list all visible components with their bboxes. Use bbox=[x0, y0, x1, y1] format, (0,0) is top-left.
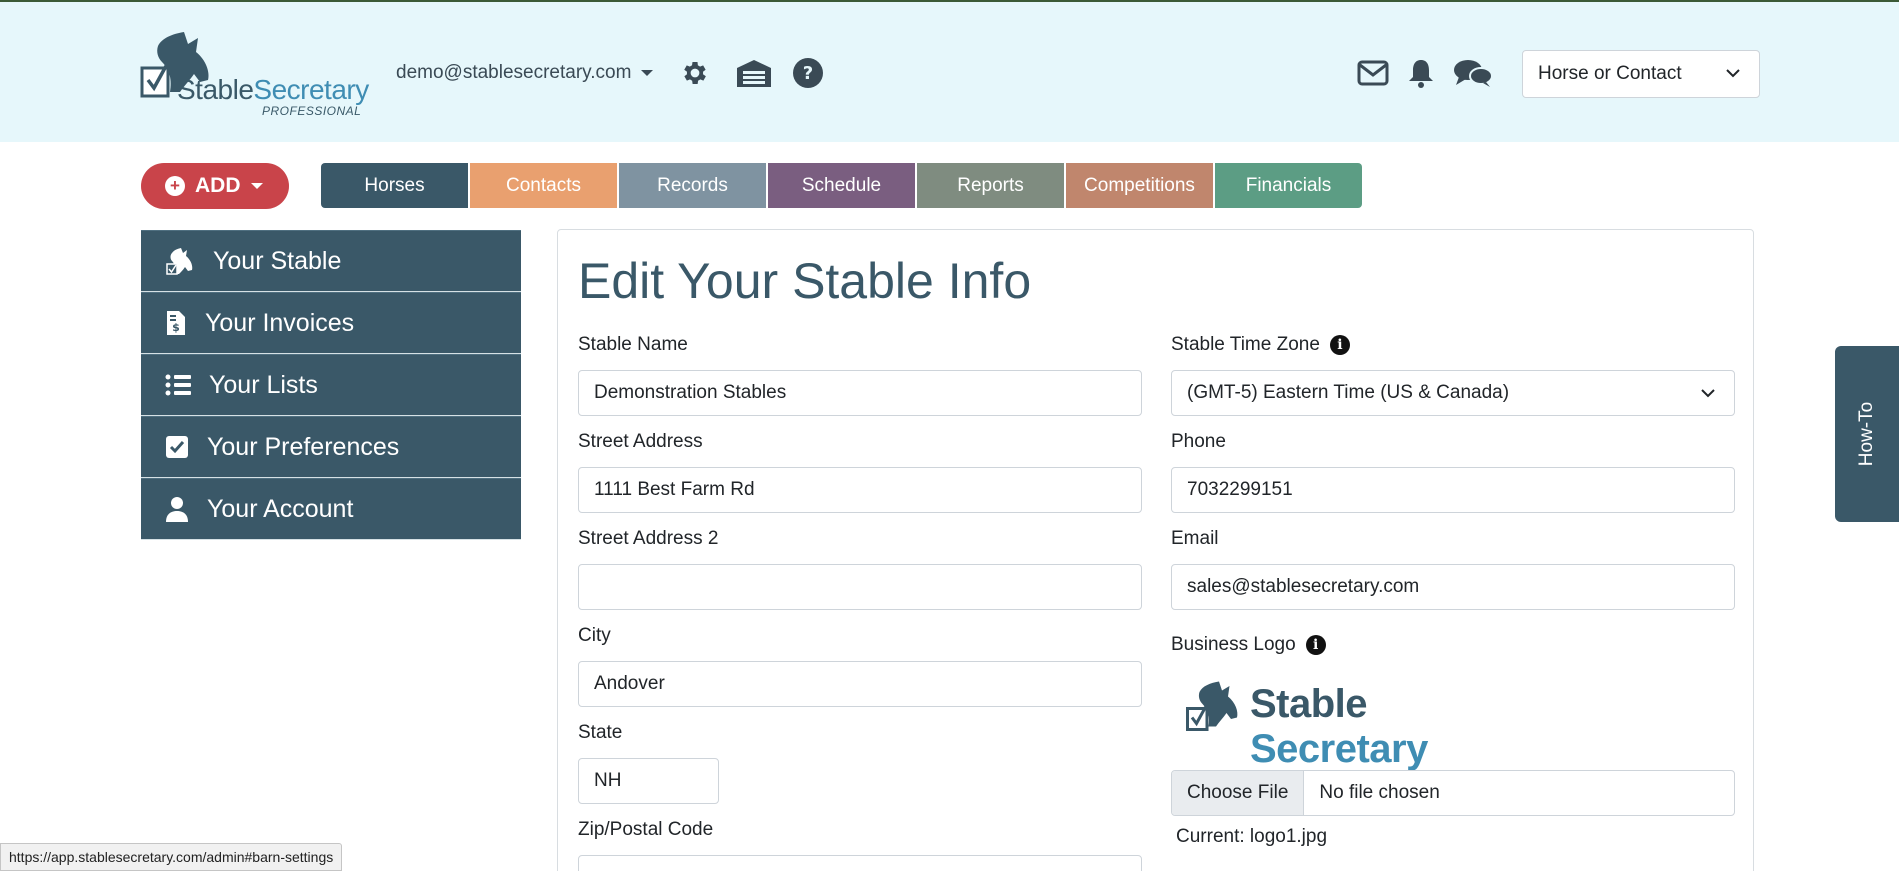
info-icon[interactable]: i bbox=[1305, 634, 1326, 655]
chevron-down-icon bbox=[1701, 389, 1715, 398]
invoice-icon: $ bbox=[167, 311, 185, 335]
sidebar-item-label: Your Account bbox=[207, 494, 354, 523]
tab-reports[interactable]: Reports bbox=[917, 163, 1064, 208]
logo-subtitle: PROFESSIONAL bbox=[262, 104, 362, 118]
tab-records[interactable]: Records bbox=[619, 163, 766, 208]
user-email: demo@stablesecretary.com bbox=[396, 62, 632, 83]
bell-icon[interactable] bbox=[1404, 56, 1438, 90]
stable-name-input[interactable] bbox=[578, 370, 1142, 416]
zip-label: Zip/Postal Code bbox=[578, 819, 714, 840]
list-icon bbox=[165, 374, 191, 396]
user-icon bbox=[166, 497, 188, 522]
state-label: State bbox=[578, 722, 623, 743]
caret-down-icon bbox=[250, 183, 263, 189]
plus-circle-icon: + bbox=[165, 176, 185, 196]
chevron-down-icon bbox=[1726, 69, 1740, 78]
choose-file-button[interactable]: Choose File bbox=[1172, 771, 1305, 815]
horse-head-logo-icon bbox=[1186, 681, 1238, 731]
logo-file-input[interactable]: Choose File No file chosen bbox=[1171, 770, 1735, 816]
time-zone-select[interactable]: (GMT-5) Eastern Time (US & Canada) bbox=[1171, 370, 1735, 416]
tab-financials[interactable]: Financials bbox=[1215, 163, 1362, 208]
how-to-tab[interactable]: How-To bbox=[1835, 346, 1899, 522]
sidebar-item-your-stable[interactable]: Your Stable bbox=[141, 230, 521, 292]
search-select-value: Horse or Contact bbox=[1538, 63, 1682, 84]
phone-label: Phone bbox=[1171, 431, 1226, 452]
browser-status-bar: https://app.stablesecretary.com/admin#ba… bbox=[0, 843, 343, 871]
sidebar-item-label: Your Stable bbox=[213, 246, 342, 275]
caret-down-icon bbox=[641, 70, 654, 76]
horse-or-contact-select[interactable]: Horse or Contact bbox=[1522, 50, 1760, 98]
time-zone-label: Stable Time Zone i bbox=[1171, 334, 1350, 356]
chat-icon[interactable] bbox=[1453, 56, 1493, 90]
business-logo-wordmark: Stable Secretary bbox=[1250, 682, 1428, 771]
business-logo-label-text: Business Logo bbox=[1171, 634, 1296, 655]
phone-input[interactable] bbox=[1171, 467, 1735, 513]
how-to-label: How-To bbox=[1856, 401, 1877, 467]
street-address-2-input[interactable] bbox=[578, 564, 1142, 610]
street-address-label: Street Address bbox=[578, 431, 703, 452]
stable-secretary-logo[interactable]: StableSecretary PROFESSIONAL bbox=[140, 30, 369, 120]
help-icon[interactable]: ? bbox=[791, 56, 825, 90]
sidebar-item-label: Your Invoices bbox=[205, 308, 355, 337]
sidebar-item-your-account[interactable]: Your Account bbox=[141, 478, 521, 540]
current-logo-text: Current: logo1.jpg bbox=[1176, 826, 1328, 847]
add-label: ADD bbox=[195, 174, 241, 197]
street-address-2-label: Street Address 2 bbox=[578, 528, 719, 549]
city-label: City bbox=[578, 625, 611, 646]
user-menu[interactable]: demo@stablesecretary.com bbox=[396, 62, 654, 84]
svg-text:$: $ bbox=[172, 321, 180, 334]
no-file-chosen-text: No file chosen bbox=[1319, 782, 1440, 803]
settings-sidebar: Your Stable $ Your Invoices Your Lists Y… bbox=[141, 230, 521, 540]
svg-text:?: ? bbox=[803, 63, 813, 84]
tab-competitions[interactable]: Competitions bbox=[1066, 163, 1213, 208]
barn-icon[interactable] bbox=[734, 56, 774, 90]
email-input[interactable] bbox=[1171, 564, 1735, 610]
tab-horses[interactable]: Horses bbox=[321, 163, 468, 208]
city-input[interactable] bbox=[578, 661, 1142, 707]
time-zone-label-text: Stable Time Zone bbox=[1171, 334, 1320, 355]
main-nav-tabs: Horses Contacts Records Schedule Reports… bbox=[321, 163, 1362, 208]
time-zone-value: (GMT-5) Eastern Time (US & Canada) bbox=[1187, 382, 1510, 403]
sidebar-item-your-lists[interactable]: Your Lists bbox=[141, 354, 521, 416]
tab-schedule[interactable]: Schedule bbox=[768, 163, 915, 208]
business-logo-label: Business Logo i bbox=[1171, 634, 1326, 656]
zip-input[interactable] bbox=[578, 855, 1142, 871]
edit-stable-panel: Edit Your Stable Info Stable Name Street… bbox=[557, 229, 1754, 871]
gear-icon[interactable] bbox=[678, 56, 712, 90]
sidebar-item-your-preferences[interactable]: Your Preferences bbox=[141, 416, 521, 478]
sidebar-item-label: Your Preferences bbox=[207, 432, 400, 461]
logo-wordmark: StableSecretary bbox=[177, 74, 369, 105]
stable-name-label: Stable Name bbox=[578, 334, 688, 355]
info-icon[interactable]: i bbox=[1329, 334, 1350, 355]
business-logo-image: Stable Secretary bbox=[1186, 680, 1546, 771]
checkbox-checked-icon bbox=[166, 436, 188, 458]
tab-contacts[interactable]: Contacts bbox=[470, 163, 617, 208]
horse-head-icon bbox=[166, 248, 193, 275]
page-title: Edit Your Stable Info bbox=[578, 253, 1032, 309]
top-header: StableSecretary PROFESSIONAL demo@stable… bbox=[0, 0, 1899, 142]
add-button[interactable]: + ADD bbox=[141, 163, 289, 209]
state-input[interactable] bbox=[578, 758, 719, 804]
sidebar-item-label: Your Lists bbox=[209, 370, 318, 399]
sidebar-item-your-invoices[interactable]: $ Your Invoices bbox=[141, 292, 521, 354]
envelope-icon[interactable] bbox=[1356, 56, 1390, 90]
street-address-input[interactable] bbox=[578, 467, 1142, 513]
email-label: Email bbox=[1171, 528, 1219, 549]
